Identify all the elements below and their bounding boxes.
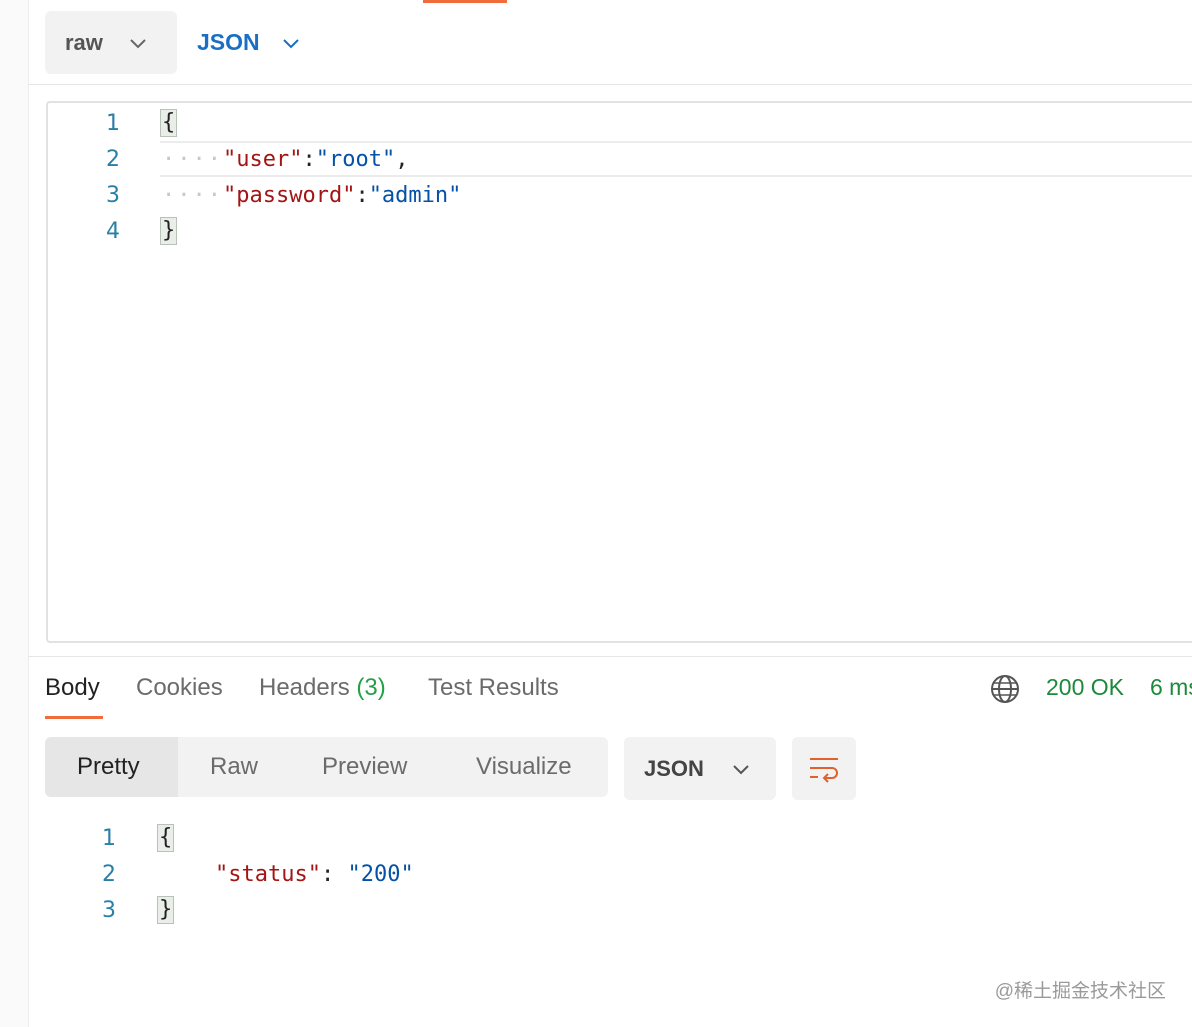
line-number: 2: [102, 862, 116, 887]
response-time[interactable]: 6 ms: [1150, 674, 1192, 701]
json-colon: :: [355, 183, 369, 208]
view-pretty[interactable]: Pretty: [45, 737, 178, 797]
tab-headers[interactable]: Headers (3): [259, 674, 386, 702]
left-sidebar-strip: [0, 0, 29, 1027]
code-line: 4 }: [48, 215, 1192, 251]
globe-icon[interactable]: [990, 674, 1020, 704]
active-tab-indicator: [423, 0, 507, 3]
line-number: 3: [102, 898, 116, 923]
json-comma: ,: [395, 147, 409, 172]
chevron-down-icon: [733, 764, 749, 774]
body-mode-dropdown[interactable]: raw: [45, 11, 177, 74]
json-key: "user": [222, 147, 303, 172]
response-status[interactable]: 200 OK: [1046, 674, 1124, 701]
code-line: 1 {: [48, 107, 1192, 143]
code-line: 3 ····"password":"admin": [48, 179, 1192, 215]
json-colon: :: [320, 862, 348, 887]
view-mode-segmented-control: Pretty Raw Preview Visualize: [45, 737, 608, 797]
line-number: 2: [106, 147, 120, 172]
divider: [28, 656, 1192, 657]
body-format-dropdown[interactable]: JSON: [197, 11, 300, 74]
line-number: 1: [102, 826, 116, 851]
line-number: 1: [106, 111, 120, 136]
request-body-editor[interactable]: 1 { 2 ····"user":"root", 3 ····"password…: [46, 101, 1192, 643]
divider: [28, 84, 1192, 85]
json-value: "root": [315, 147, 396, 172]
watermark: @稀土掘金技术社区: [994, 981, 1166, 1002]
chevron-down-icon: [282, 38, 299, 48]
indent-guide: ····: [162, 147, 223, 172]
response-format-dropdown[interactable]: JSON: [624, 737, 776, 800]
json-key: "password": [222, 183, 356, 208]
tab-cookies[interactable]: Cookies: [136, 674, 223, 702]
tab-test-results[interactable]: Test Results: [428, 674, 559, 702]
indent-guide: ····: [162, 183, 223, 208]
line-number: 3: [106, 183, 120, 208]
json-key: "status": [215, 862, 321, 887]
tab-headers-label: Headers: [259, 674, 350, 701]
code-line: 3 }: [46, 894, 1186, 930]
view-raw[interactable]: Raw: [178, 737, 290, 797]
chevron-down-icon: [130, 38, 146, 48]
body-mode-label: raw: [65, 29, 103, 55]
brace-open: {: [160, 109, 178, 137]
response-body-viewer[interactable]: 1 { 2 "status": "200" 3 }: [46, 818, 1186, 948]
wrap-lines-button[interactable]: [792, 737, 856, 800]
response-format-label: JSON: [644, 755, 704, 781]
brace-open: {: [157, 824, 175, 852]
body-format-label: JSON: [197, 29, 260, 55]
headers-count-badge: (3): [356, 674, 386, 701]
view-visualize[interactable]: Visualize: [444, 737, 608, 797]
brace-close: }: [160, 217, 178, 245]
code-line: 2 ····"user":"root",: [48, 143, 1192, 179]
code-line: 1 {: [46, 822, 1186, 858]
brace-close: }: [157, 896, 175, 924]
tab-underline: [45, 716, 103, 719]
line-number: 4: [106, 219, 120, 244]
json-value: "200": [347, 862, 414, 887]
json-colon: :: [302, 147, 316, 172]
tab-body[interactable]: Body: [45, 674, 100, 702]
code-line: 2 "status": "200": [46, 858, 1186, 894]
wrap-lines-icon: [810, 757, 838, 783]
view-preview[interactable]: Preview: [290, 737, 444, 797]
json-value: "admin": [368, 183, 462, 208]
